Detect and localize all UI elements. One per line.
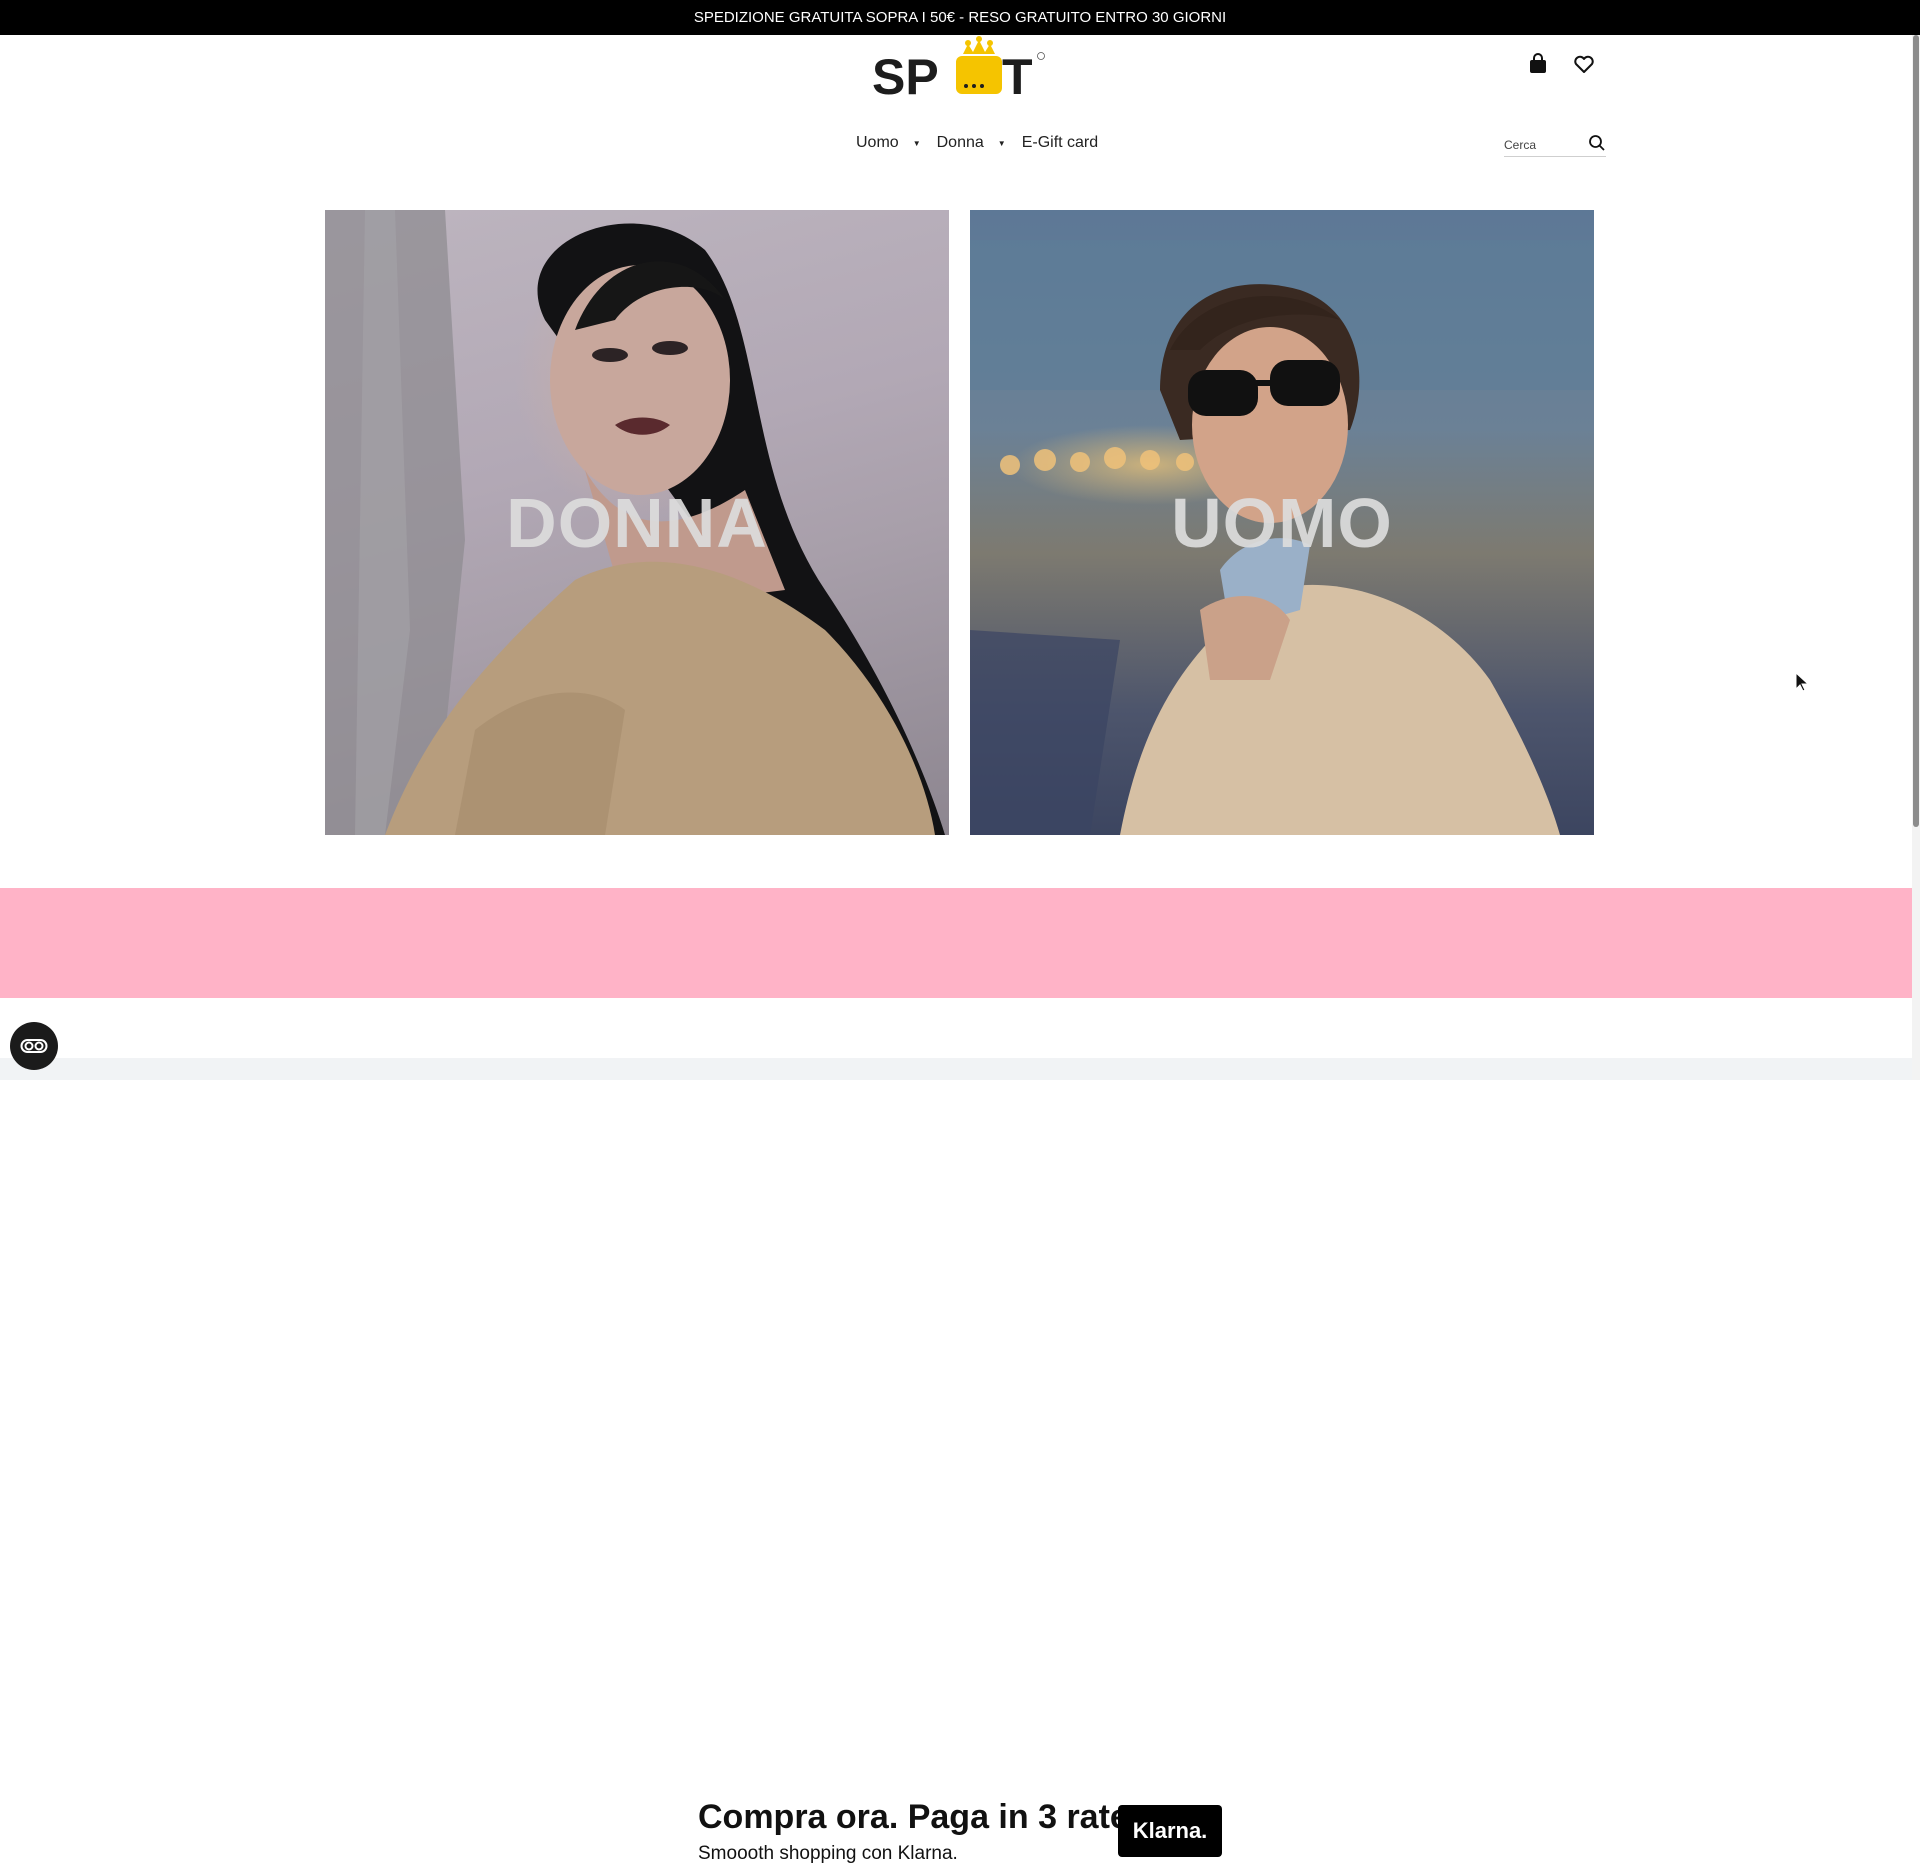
search-icon[interactable] — [1588, 134, 1606, 152]
main-nav: Uomo ▼ Donna ▼ E-Gift card — [856, 134, 1098, 152]
mouse-cursor-icon — [1795, 672, 1809, 692]
logo-o-shape — [956, 56, 1002, 94]
header-actions — [1526, 52, 1596, 76]
nav-item-label: E-Gift card — [1021, 134, 1099, 151]
accessibility-toggle-icon — [20, 1039, 48, 1053]
nav-item-uomo[interactable]: Uomo ▼ — [856, 134, 927, 152]
klarna-banner[interactable] — [0, 888, 1920, 998]
nav-item-donna[interactable]: Donna ▼ — [937, 134, 1012, 152]
klarna-headline: Compra ora. Paga in 3 rate. — [698, 1798, 1139, 1836]
accessibility-button[interactable] — [10, 1022, 58, 1070]
search-input[interactable] — [1504, 138, 1584, 152]
heart-icon[interactable] — [1572, 52, 1596, 76]
logo-text-right: T — [1002, 49, 1033, 98]
announcement-text: SPEDIZIONE GRATUITA SOPRA I 50€ - RESO G… — [693, 9, 1227, 26]
nav-item-label: Donna — [936, 134, 984, 151]
tile-label: UOMO — [1171, 483, 1393, 562]
logo-text-left: SP — [872, 49, 939, 98]
caret-down-icon: ▼ — [997, 138, 1006, 148]
klarna-subline: Smoooth shopping con Klarna. — [698, 1843, 958, 1864]
category-tile-donna[interactable]: DONNA — [325, 210, 949, 835]
scrollbar-thumb[interactable] — [1913, 35, 1919, 827]
search-box — [1504, 134, 1606, 157]
footer-strip — [0, 1058, 1920, 1080]
category-tile-uomo[interactable]: UOMO — [970, 210, 1594, 835]
tile-label: DONNA — [506, 483, 768, 562]
spot-logo[interactable]: SP T — [868, 36, 1048, 105]
nav-item-egift-card[interactable]: E-Gift card — [1022, 134, 1098, 152]
klarna-logo: Klarna. — [1118, 1805, 1222, 1857]
nav-item-label: Uomo — [856, 134, 899, 151]
page-scrollbar[interactable] — [1912, 35, 1920, 1080]
shopping-bag-icon[interactable] — [1526, 52, 1550, 76]
announcement-bar: SPEDIZIONE GRATUITA SOPRA I 50€ - RESO G… — [0, 0, 1920, 35]
caret-down-icon: ▼ — [912, 138, 921, 148]
